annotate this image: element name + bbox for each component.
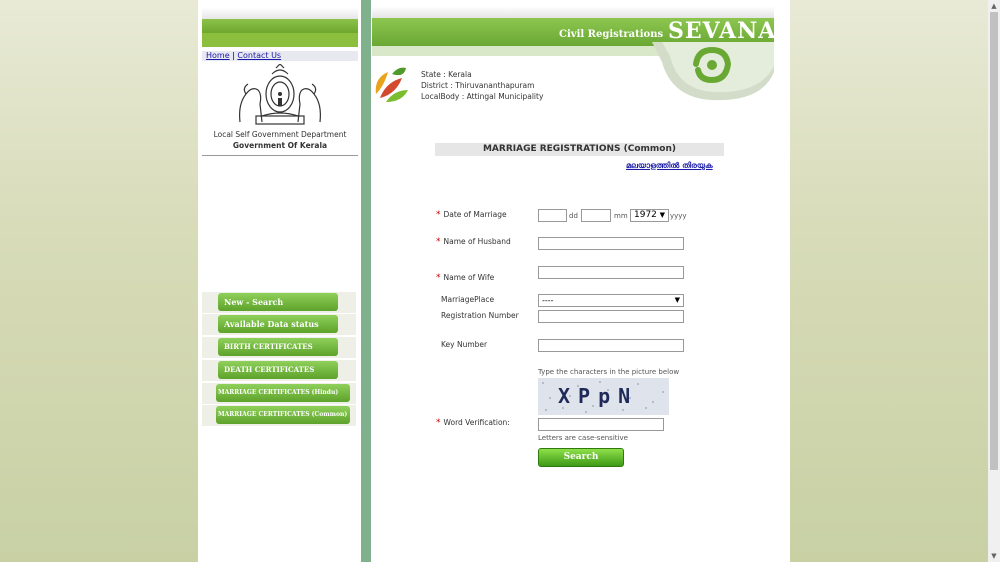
kerala-emblem-icon — [239, 64, 321, 125]
localbody-label: LocalBody : — [421, 92, 467, 101]
husband-label-text: Name of Husband — [443, 237, 511, 246]
localbody-info: LocalBody : Attingal Municipality — [421, 92, 543, 101]
dropdown-arrow-icon: ▼ — [674, 296, 680, 304]
captcha-text: XPpN — [558, 384, 639, 408]
left-header-strip — [202, 7, 358, 19]
menu-row: New - Search — [202, 292, 356, 313]
department-name: Local Self Government Department — [213, 130, 347, 139]
dropdown-arrow-icon: ▼ — [659, 211, 665, 219]
date-of-marriage-label: * Date of Marriage — [436, 210, 507, 220]
captcha-image: XPpN — [538, 378, 669, 415]
registration-number-label: Registration Number — [441, 311, 519, 320]
government-name: Government Of Kerala — [232, 141, 328, 150]
malayalam-search-link[interactable]: മലയാളത്തിൽ തിരയുക — [626, 161, 713, 171]
wife-label: * Name of Wife — [436, 273, 494, 283]
form-title: MARRIAGE REGISTRATIONS (Common) — [435, 143, 724, 156]
state-value: Kerala — [448, 70, 472, 79]
required-mark: * — [436, 273, 441, 283]
marriage-place-value: ---- — [542, 296, 554, 305]
word-verification-input[interactable] — [538, 418, 664, 431]
scroll-down-arrow[interactable]: ▼ — [988, 550, 1000, 562]
menu-death-certificates[interactable]: DEATH CERTIFICATES — [218, 361, 338, 379]
district-value: Thiruvananthapuram — [455, 81, 535, 90]
word-verification-label: * Word Verification: — [436, 418, 510, 428]
menu-row: BIRTH CERTIFICATES — [202, 337, 356, 358]
menu-row: DEATH CERTIFICATES — [202, 360, 356, 381]
key-number-label: Key Number — [441, 340, 488, 349]
home-link[interactable]: Home — [206, 51, 230, 60]
wife-name-input[interactable] — [538, 266, 684, 279]
scroll-thumb[interactable] — [990, 12, 998, 470]
required-mark: * — [436, 418, 441, 428]
district-label: District : — [421, 81, 456, 90]
menu-new-search[interactable]: New - Search — [218, 293, 338, 311]
left-header-green-lower — [202, 33, 358, 47]
case-sensitive-note: Letters are case-sensitive — [538, 434, 628, 442]
dd-label: dd — [569, 212, 578, 220]
captcha-hint: Type the characters in the picture below — [538, 368, 680, 376]
key-number-input[interactable] — [538, 339, 684, 352]
month-input[interactable] — [581, 209, 611, 222]
registration-number-input[interactable] — [538, 310, 684, 323]
state-label: State : — [421, 70, 449, 79]
banner-top-strip — [372, 6, 774, 18]
search-button[interactable]: Search — [538, 448, 624, 467]
menu-available-data-status[interactable]: Available Data status — [218, 315, 338, 333]
contact-us-link[interactable]: Contact Us — [237, 51, 281, 60]
menu-row: MARRIAGE CERTIFICATES (Hindu) — [202, 383, 356, 404]
civil-registrations-title: Civil Registrations — [559, 29, 664, 40]
year-select[interactable]: 1972 ▼ — [630, 209, 669, 222]
mm-label: mm — [614, 212, 628, 220]
localbody-value: Attingal Municipality — [466, 92, 544, 101]
sevana-title: SEVANA — [668, 18, 777, 44]
state-info: State : Kerala — [421, 70, 472, 79]
required-mark: * — [436, 237, 441, 247]
colorful-logo-icon — [375, 67, 408, 102]
sevana-logo-icon — [693, 46, 732, 84]
scroll-up-arrow[interactable]: ▲ — [988, 0, 1000, 12]
menu-row: MARRIAGE CERTIFICATES (Common) — [202, 405, 356, 426]
menu-birth-certificates[interactable]: BIRTH CERTIFICATES — [218, 338, 338, 356]
word-label-text: Word Verification: — [443, 418, 510, 427]
marriage-place-label: MarriagePlace — [441, 295, 495, 304]
scrollbar[interactable]: ▲ ▼ — [988, 0, 1000, 562]
menu-marriage-common[interactable]: MARRIAGE CERTIFICATES (Common) — [216, 406, 350, 424]
column-divider — [361, 0, 371, 562]
husband-name-input[interactable] — [538, 237, 684, 250]
district-info: District : Thiruvananthapuram — [421, 81, 534, 90]
wife-label-text: Name of Wife — [443, 273, 495, 282]
day-input[interactable] — [538, 209, 567, 222]
date-label-text: Date of Marriage — [443, 210, 507, 219]
year-value: 1972 — [634, 210, 657, 220]
required-mark: * — [436, 210, 441, 220]
left-divider-line — [202, 155, 358, 156]
husband-label: * Name of Husband — [436, 237, 511, 247]
yyyy-label: yyyy — [670, 212, 687, 220]
marriage-place-select[interactable]: ---- ▼ — [538, 294, 684, 307]
menu-marriage-hindu[interactable]: MARRIAGE CERTIFICATES (Hindu) — [216, 384, 350, 402]
left-header-green — [202, 19, 358, 33]
menu-row: Available Data status — [202, 314, 356, 335]
top-links: Home | Contact Us — [202, 51, 358, 61]
